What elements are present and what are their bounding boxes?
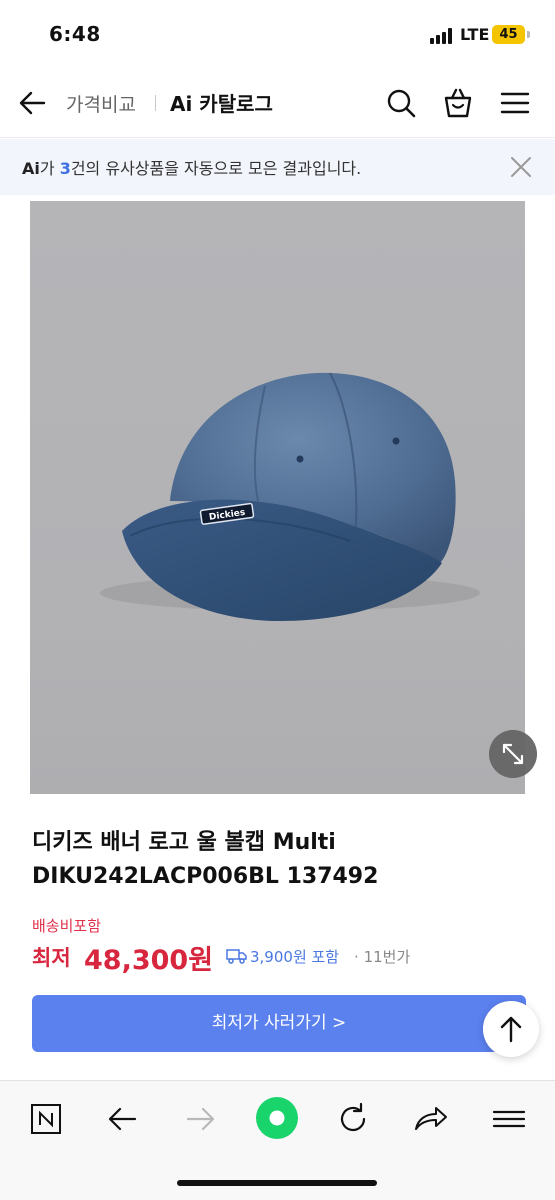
ai-banner-suffix: 건의 유사상품을 자동으로 모은 결과입니다.	[70, 159, 362, 178]
refresh-icon[interactable]	[331, 1097, 375, 1141]
forward-icon[interactable]	[178, 1097, 222, 1141]
shipping-fee: 3,900원 포함	[250, 948, 340, 966]
menu-icon[interactable]	[498, 86, 532, 120]
price-prefix: 최저	[32, 946, 71, 970]
search-icon[interactable]	[384, 86, 418, 120]
back-arrow-icon[interactable]	[16, 86, 50, 120]
lowest-price: 48,300원	[84, 945, 214, 976]
similar-count: 3	[59, 159, 71, 178]
seller-label: 11번가	[363, 948, 411, 966]
product-image[interactable]: Dickies	[30, 201, 525, 794]
network-type: LTE	[460, 25, 490, 44]
green-dot-icon[interactable]	[254, 1095, 300, 1141]
cap-illustration: Dickies	[100, 372, 480, 621]
breadcrumb-divider	[155, 95, 156, 111]
status-bar: 6:48 LTE 45	[0, 0, 555, 68]
seller-separator: ·	[354, 948, 359, 966]
shopping-bag-icon[interactable]	[441, 86, 475, 120]
scroll-top-icon[interactable]	[483, 1001, 539, 1057]
ai-banner: Ai가 3건의 유사상품을 자동으로 모은 결과입니다.	[0, 139, 555, 195]
shipping-included-label: 배송비포함	[32, 917, 102, 935]
truck-icon	[226, 949, 247, 964]
share-icon[interactable]	[408, 1097, 452, 1141]
ai-banner-prefix: 가	[39, 159, 60, 178]
product-title: 디키즈 배너 로고 울 볼캡 Multi DIKU242LACP006BL 13…	[32, 830, 379, 889]
toolbar-menu-icon[interactable]	[487, 1097, 531, 1141]
home-indicator	[177, 1180, 377, 1186]
battery-level: 45	[499, 27, 518, 42]
expand-icon[interactable]	[489, 730, 537, 778]
status-time: 6:48	[49, 22, 101, 46]
breadcrumb-ai-catalog[interactable]: Ai 카탈로그	[170, 88, 273, 117]
breadcrumb-price-compare[interactable]: 가격비교	[66, 90, 136, 117]
ai-banner-text: Ai가 3건의 유사상품을 자동으로 모은 결과입니다.	[22, 155, 361, 179]
close-icon[interactable]	[508, 154, 534, 180]
battery-icon: 45	[492, 25, 525, 44]
back-icon[interactable]	[101, 1097, 145, 1141]
battery-cap	[527, 31, 530, 38]
signal-icon	[430, 28, 454, 44]
n-logo-icon[interactable]	[24, 1097, 68, 1141]
buy-lowest-button[interactable]: 최저가 사러가기 >	[32, 995, 526, 1052]
ai-mark: Ai	[22, 159, 40, 178]
app-header: 가격비교 Ai 카탈로그	[0, 68, 555, 138]
seller-name: · 11번가	[354, 946, 410, 967]
